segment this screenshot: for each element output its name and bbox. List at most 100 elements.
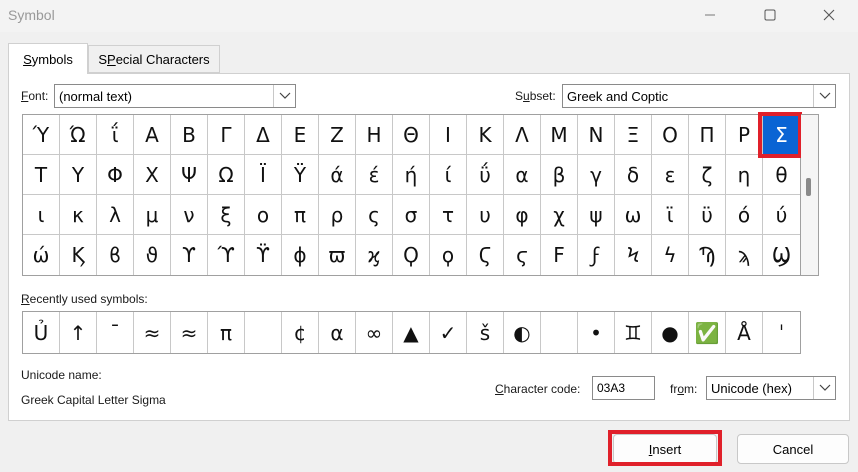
symbol-cell[interactable]: Δ (245, 115, 282, 155)
symbol-cell[interactable]: ρ (319, 195, 356, 235)
maximize-button[interactable] (747, 0, 793, 30)
symbol-cell[interactable]: ϛ (504, 235, 541, 275)
recent-symbol-cell[interactable]: ↑ (60, 312, 97, 353)
recent-symbol-cell[interactable]: ✓ (430, 312, 467, 353)
symbol-cell[interactable]: Ν (578, 115, 615, 155)
recent-symbol-cell[interactable]: ◐ (504, 312, 541, 353)
symbol-cell[interactable]: Ώ (60, 115, 97, 155)
symbol-cell[interactable]: λ (97, 195, 134, 235)
symbol-cell[interactable]: ς (356, 195, 393, 235)
recent-symbol-cell[interactable]: • (578, 312, 615, 353)
recent-symbol-cell[interactable] (245, 312, 282, 353)
symbol-cell[interactable]: ϟ (652, 235, 689, 275)
recent-symbol-cell[interactable] (541, 312, 578, 353)
symbol-cell[interactable]: έ (356, 155, 393, 195)
symbol-cell[interactable]: δ (615, 155, 652, 195)
symbol-cell[interactable]: ξ (208, 195, 245, 235)
symbol-cell[interactable]: Ζ (319, 115, 356, 155)
symbol-cell[interactable]: Ε (282, 115, 319, 155)
symbol-cell[interactable]: ϙ (430, 235, 467, 275)
from-select[interactable]: Unicode (hex) (706, 376, 836, 400)
symbol-cell[interactable]: Φ (97, 155, 134, 195)
symbol-cell[interactable]: π (282, 195, 319, 235)
symbol-cell[interactable]: Π (689, 115, 726, 155)
recent-symbol-cell[interactable]: ▲ (393, 312, 430, 353)
subset-dropdown-button[interactable] (813, 85, 835, 107)
symbol-cell[interactable]: Χ (134, 155, 171, 195)
symbol-cell[interactable]: ϒ (171, 235, 208, 275)
from-dropdown-button[interactable] (813, 377, 835, 399)
symbol-cell[interactable]: Ω (208, 155, 245, 195)
recent-symbol-cell[interactable]: π (208, 312, 245, 353)
recent-symbol-cell[interactable]: Ủ (23, 312, 60, 353)
symbol-cell[interactable]: Λ (504, 115, 541, 155)
symbol-cell[interactable]: φ (504, 195, 541, 235)
recent-symbol-cell[interactable]: š (467, 312, 504, 353)
recent-symbol-cell[interactable]: ≈ (134, 312, 171, 353)
symbol-cell[interactable]: α (504, 155, 541, 195)
minimize-button[interactable] (687, 0, 733, 30)
symbol-cell[interactable]: Ι (430, 115, 467, 155)
symbol-cell[interactable]: Υ (60, 155, 97, 195)
symbol-cell[interactable]: Ϝ (541, 235, 578, 275)
symbol-cell[interactable]: Ϊ (245, 155, 282, 195)
symbol-cell[interactable]: Κ (467, 115, 504, 155)
symbol-cell[interactable]: ά (319, 155, 356, 195)
symbol-cell[interactable]: Ϣ (763, 235, 800, 275)
font-dropdown-button[interactable] (273, 85, 295, 107)
subset-select[interactable]: Greek and Coptic (562, 84, 836, 108)
symbol-cell[interactable]: ΐ (97, 115, 134, 155)
symbol-cell[interactable]: η (726, 155, 763, 195)
symbol-cell[interactable]: μ (134, 195, 171, 235)
symbol-cell[interactable]: ύ (763, 195, 800, 235)
symbol-cell[interactable]: γ (578, 155, 615, 195)
character-code-input[interactable]: 03A3 (592, 376, 655, 400)
symbol-cell[interactable]: ϖ (319, 235, 356, 275)
symbol-cell[interactable]: ό (726, 195, 763, 235)
symbol-cell[interactable]: β (541, 155, 578, 195)
symbol-cell[interactable]: ϊ (652, 195, 689, 235)
recent-symbol-cell[interactable]: ¢ (282, 312, 319, 353)
symbol-cell[interactable]: ΰ (467, 155, 504, 195)
symbol-cell[interactable]: Γ (208, 115, 245, 155)
symbol-cell[interactable]: Β (171, 115, 208, 155)
recent-symbol-cell[interactable]: ¯ (97, 312, 134, 353)
symbol-cell[interactable]: κ (60, 195, 97, 235)
symbol-cell[interactable]: ι (23, 195, 60, 235)
symbol-cell[interactable]: Ξ (615, 115, 652, 155)
symbol-cell[interactable]: ί (430, 155, 467, 195)
recent-symbol-cell[interactable]: Å (726, 312, 763, 353)
recent-symbol-cell[interactable]: ● (652, 312, 689, 353)
recent-symbol-cell[interactable]: ♊ (615, 312, 652, 353)
symbol-cell[interactable]: ϔ (245, 235, 282, 275)
recent-symbol-cell[interactable]: α (319, 312, 356, 353)
symbol-cell[interactable]: υ (467, 195, 504, 235)
symbol-cell[interactable]: Ρ (726, 115, 763, 155)
symbol-cell[interactable]: Ϛ (467, 235, 504, 275)
symbol-cell[interactable]: Ϡ (689, 235, 726, 275)
recent-symbol-cell[interactable]: ∞ (356, 312, 393, 353)
symbol-cell[interactable]: Τ (23, 155, 60, 195)
symbol-cell[interactable]: ϋ (689, 195, 726, 235)
symbol-cell[interactable]: ϑ (134, 235, 171, 275)
tab-symbols[interactable]: Symbols (8, 43, 88, 74)
recent-symbol-cell[interactable]: ˈ (763, 312, 800, 353)
symbol-cell[interactable]: ϓ (208, 235, 245, 275)
symbol-cell[interactable]: ζ (689, 155, 726, 195)
symbol-cell[interactable]: Σ (763, 115, 800, 155)
symbol-cell[interactable]: ν (171, 195, 208, 235)
symbol-cell[interactable]: ϗ (356, 235, 393, 275)
symbol-cell[interactable]: ε (652, 155, 689, 195)
symbol-cell[interactable]: θ (763, 155, 800, 195)
font-select[interactable]: (normal text) (54, 84, 296, 108)
symbol-cell[interactable]: ή (393, 155, 430, 195)
symbol-cell[interactable]: Ϋ (282, 155, 319, 195)
symbol-cell[interactable]: Ψ (171, 155, 208, 195)
insert-button[interactable]: Insert (613, 434, 717, 464)
tab-special-characters[interactable]: S Pecial Characters (88, 45, 220, 73)
scrollbar-thumb[interactable] (806, 178, 811, 196)
symbol-cell[interactable]: Ϗ (60, 235, 97, 275)
close-button[interactable] (806, 0, 852, 30)
symbol-cell[interactable]: Α (134, 115, 171, 155)
symbol-grid[interactable]: ΎΏΐΑΒΓΔΕΖΗΘΙΚΛΜΝΞΟΠΡΣ ΤΥΦΧΨΩΪΫάέήίΰαβγδεζ… (22, 114, 801, 276)
